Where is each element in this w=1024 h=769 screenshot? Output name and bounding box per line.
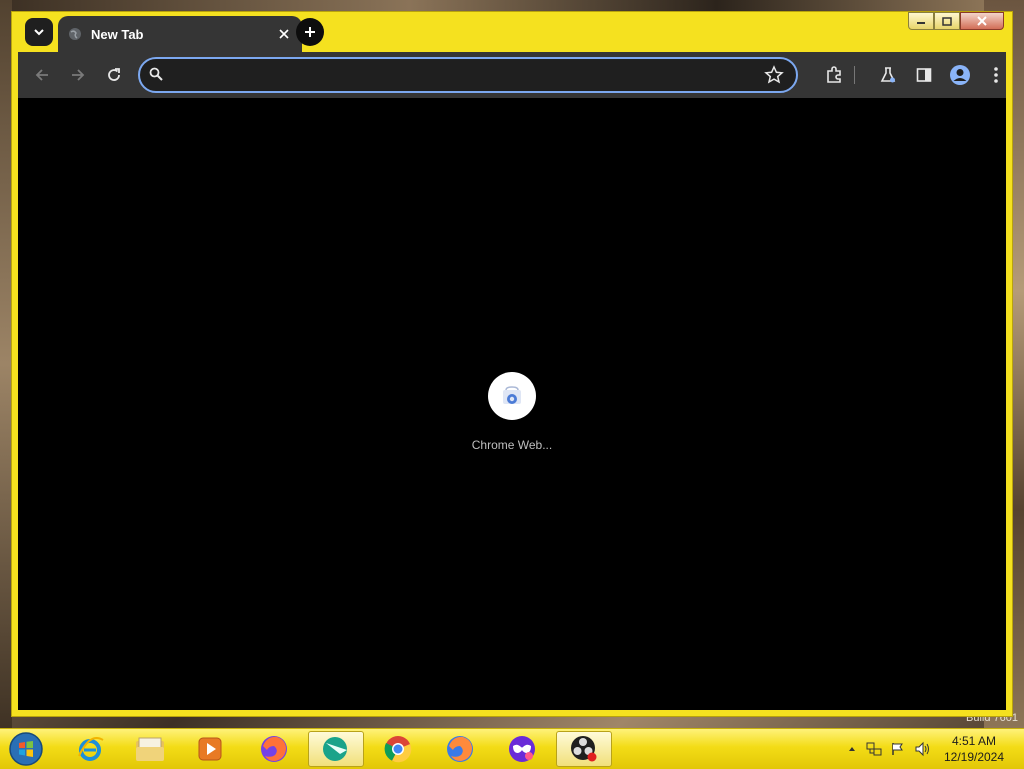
bookmark-star-icon[interactable] — [764, 65, 784, 85]
minimize-button[interactable] — [908, 12, 934, 30]
search-icon — [149, 67, 163, 81]
internet-explorer-icon — [78, 737, 104, 761]
toolbar-separator — [854, 66, 855, 84]
shortcut-chrome-web-store[interactable]: Chrome Web... — [458, 360, 566, 452]
globe-icon — [69, 28, 81, 40]
forward-icon — [72, 69, 85, 81]
close-icon — [977, 16, 987, 26]
taskbar-internet-explorer[interactable] — [62, 731, 118, 767]
show-hidden-icons-button[interactable] — [844, 741, 860, 757]
shortcut-label: Chrome Web... — [471, 438, 553, 452]
mask-app-icon — [509, 736, 535, 762]
taskbar-mask-app[interactable] — [494, 731, 550, 767]
taskbar-teal-app[interactable] — [308, 731, 364, 767]
system-clock[interactable]: 4:51 AM 12/19/2024 — [932, 733, 1016, 765]
media-player-icon — [198, 737, 222, 761]
flag-icon — [892, 743, 903, 755]
plus-icon — [305, 27, 315, 37]
volume-icon — [915, 741, 929, 757]
taskbar-chrome[interactable] — [370, 731, 426, 767]
profile-button[interactable] — [948, 63, 972, 87]
reload-icon — [108, 68, 120, 81]
tab-strip: New Tab — [12, 12, 1012, 52]
start-button[interactable] — [6, 730, 46, 768]
firefox-icon — [261, 736, 287, 762]
labs-flask-icon — [880, 67, 896, 83]
tab-search-button[interactable] — [25, 18, 53, 46]
network-tray-icon[interactable] — [866, 741, 882, 757]
new-tab-button[interactable] — [296, 18, 324, 46]
shortcut-icon — [488, 372, 536, 420]
action-center-tray-icon[interactable] — [890, 741, 906, 757]
chevron-up-icon — [849, 747, 855, 751]
address-bar[interactable] — [138, 57, 798, 93]
network-icon — [866, 742, 882, 756]
chevron-down-icon — [34, 29, 44, 36]
side-panel-button[interactable] — [912, 63, 936, 87]
firefox-icon — [447, 736, 473, 762]
taskbar-firefox-2[interactable] — [432, 731, 488, 767]
back-button[interactable] — [30, 63, 54, 87]
minimize-icon — [917, 22, 925, 24]
address-input[interactable] — [174, 64, 748, 86]
close-button[interactable] — [960, 12, 1004, 30]
tab-new-tab[interactable]: New Tab — [58, 16, 302, 52]
extensions-button[interactable] — [822, 63, 846, 87]
restore-icon — [942, 17, 952, 26]
tab-title: New Tab — [91, 27, 144, 42]
volume-tray-icon[interactable] — [914, 741, 930, 757]
taskbar-media-player[interactable] — [182, 731, 238, 767]
side-panel-icon — [916, 68, 932, 82]
forward-button[interactable] — [66, 63, 90, 87]
taskbar-file-explorer[interactable] — [122, 731, 178, 767]
obs-icon — [571, 736, 597, 762]
more-menu-icon — [994, 67, 998, 83]
labs-button[interactable] — [876, 63, 900, 87]
new-tab-page: Chrome Web... — [18, 98, 1006, 710]
tab-close-button[interactable] — [274, 24, 294, 44]
file-explorer-icon — [136, 737, 164, 761]
chrome-web-store-icon — [503, 386, 521, 404]
taskbar-firefox[interactable] — [246, 731, 302, 767]
chrome-icon — [384, 736, 412, 763]
clock-date: 12/19/2024 — [943, 750, 1005, 764]
profile-avatar-icon — [950, 65, 970, 85]
clock-time: 4:51 AM — [951, 734, 997, 748]
extensions-icon — [827, 66, 841, 83]
browser-toolbar — [18, 52, 1006, 98]
back-icon — [35, 69, 48, 81]
windows-taskbar: 4:51 AM 12/19/2024 — [0, 728, 1024, 769]
maximize-button[interactable] — [934, 12, 960, 30]
window-controls — [908, 12, 1004, 30]
app-teal-icon — [323, 737, 347, 761]
windows-start-orb-icon — [9, 732, 43, 766]
more-menu-button[interactable] — [984, 63, 1008, 87]
close-icon — [279, 29, 289, 39]
chrome-window: New Tab Chrome Web... — [11, 11, 1013, 717]
reload-button[interactable] — [102, 63, 126, 87]
taskbar-obs[interactable] — [556, 731, 612, 767]
